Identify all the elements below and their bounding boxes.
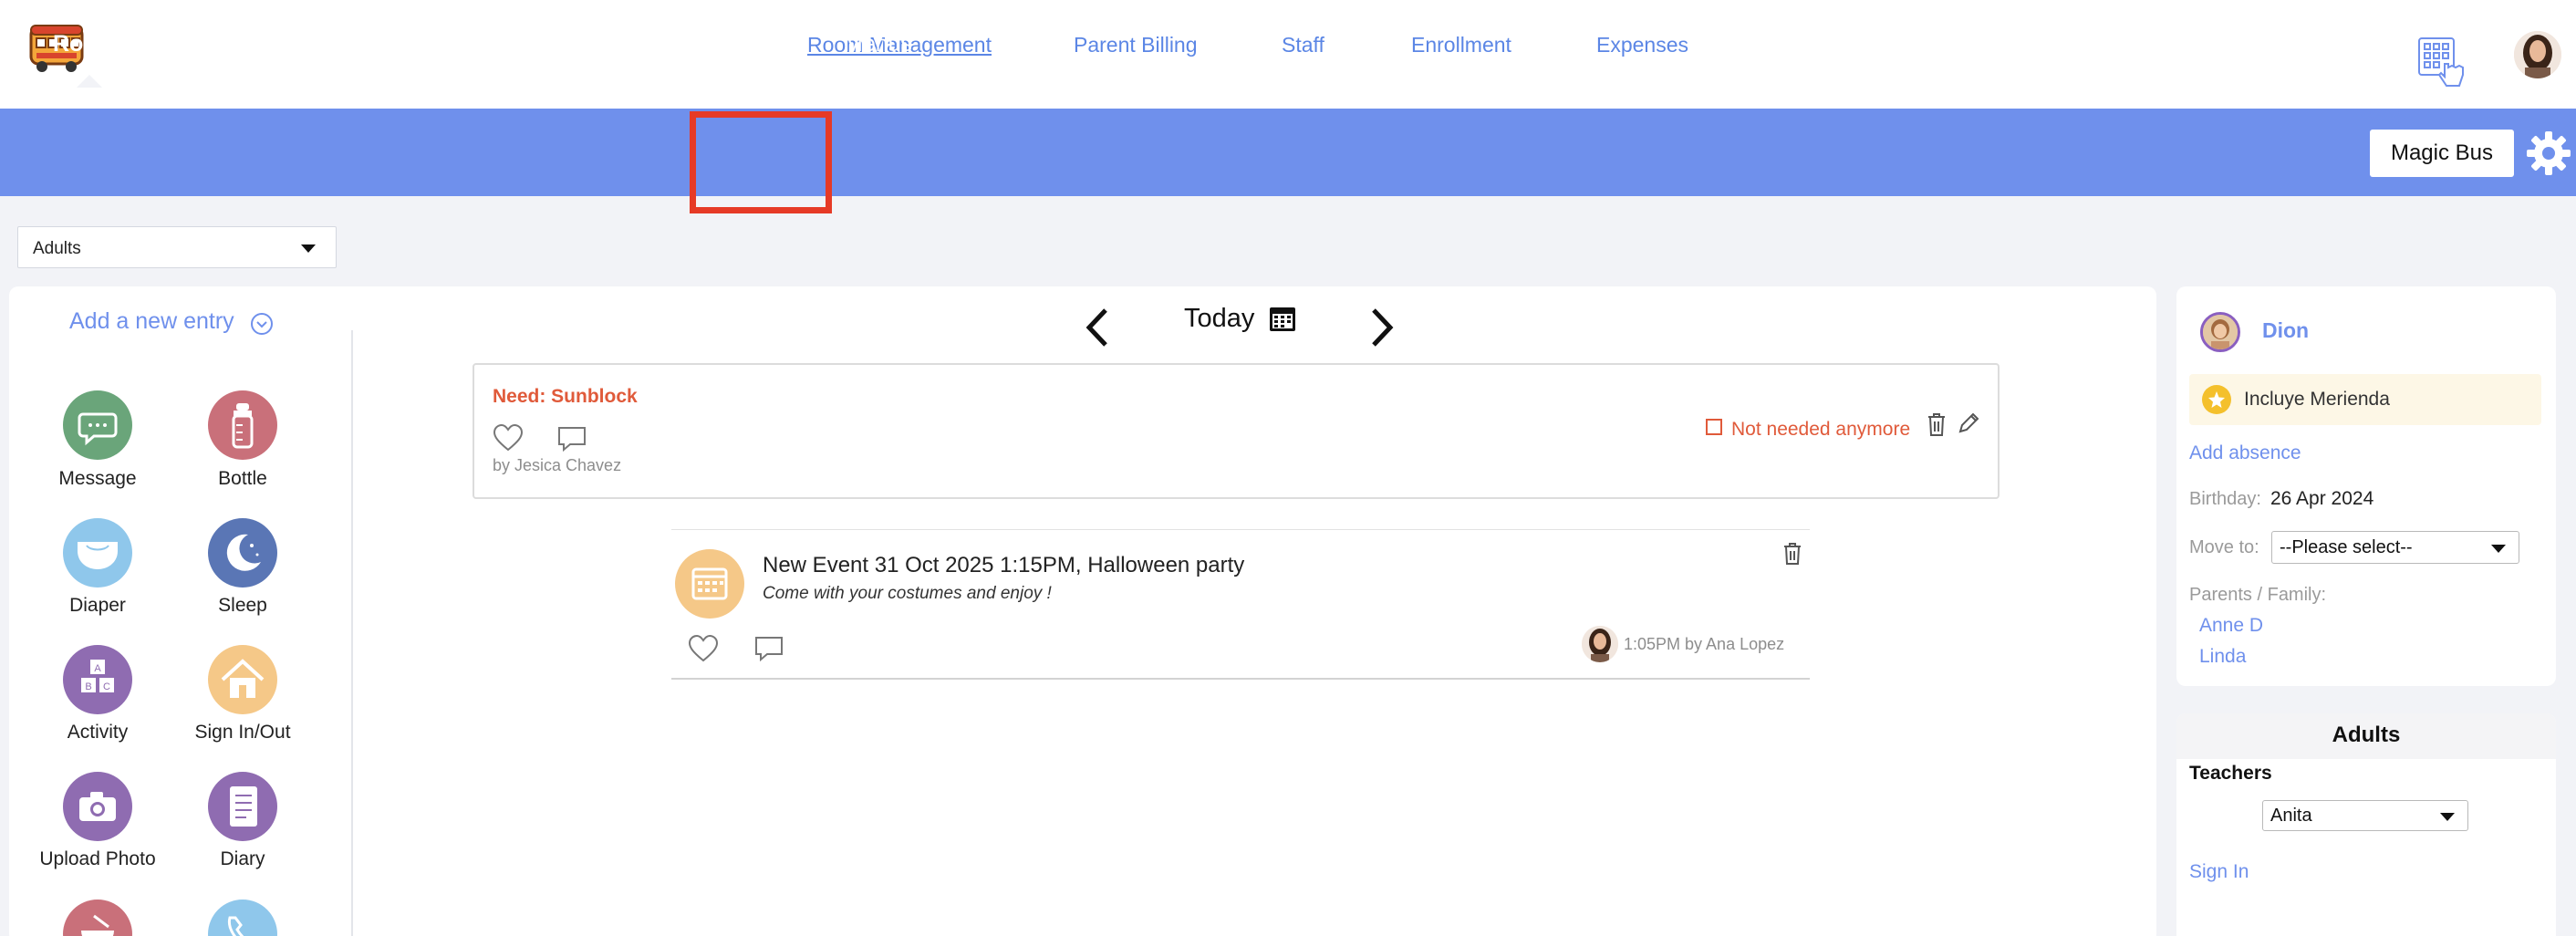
not-needed-label[interactable]: Not needed anymore — [1731, 419, 1910, 441]
add-entry-link[interactable]: Add a new entry — [69, 308, 234, 335]
active-nav-indicator — [77, 75, 102, 88]
event-card — [671, 529, 1810, 680]
chevron-left-icon[interactable] — [1082, 305, 1113, 350]
heart-icon[interactable] — [493, 423, 524, 452]
teacher-select-value: Anita — [2270, 806, 2312, 826]
nav-rooms[interactable]: Rooms — [53, 31, 130, 57]
heart-icon[interactable] — [688, 634, 719, 663]
room-select[interactable]: Adults — [17, 226, 337, 268]
birthday-label: Birthday: — [2189, 489, 2261, 509]
room-panel-title: Adults — [2332, 723, 2401, 747]
event-title: New Event 31 Oct 2025 1:15PM, Halloween … — [763, 553, 1245, 577]
tag-label: Incluye Merienda — [2244, 389, 2390, 410]
user-avatar[interactable] — [2514, 31, 2561, 78]
reports-highlight-box — [690, 111, 832, 213]
need-title: Need: Sunblock — [493, 386, 638, 407]
diary-icon[interactable] — [208, 772, 277, 841]
pencil-icon[interactable] — [1957, 411, 1980, 435]
not-needed-checkbox[interactable] — [1706, 419, 1722, 435]
nav-reports[interactable]: Reports — [721, 31, 801, 57]
parent-link-anne-d[interactable]: Anne D — [2199, 615, 2263, 637]
entry-label-message: Message — [58, 468, 137, 489]
chevron-down-icon — [301, 244, 316, 253]
move-to-label: Move to: — [2189, 537, 2259, 557]
top-link-expenses[interactable]: Expenses — [1596, 33, 1688, 57]
author-avatar — [1582, 626, 1618, 662]
keypad-hand-icon[interactable] — [2417, 36, 2468, 89]
sleep-icon[interactable] — [208, 518, 277, 588]
nav-menus[interactable]: Menus — [844, 31, 912, 57]
sign-in-link[interactable]: Sign In — [2189, 861, 2249, 883]
top-link-parent-billing[interactable]: Parent Billing — [1074, 33, 1198, 57]
gear-icon[interactable] — [2525, 130, 2572, 177]
message-icon[interactable] — [63, 390, 132, 460]
child-name[interactable]: Dion — [2262, 318, 2309, 343]
entry-label-sign-in-out: Sign In/Out — [194, 722, 291, 743]
teacher-select[interactable]: Anita — [2262, 800, 2468, 831]
svg-text:B: B — [85, 681, 91, 692]
event-calendar-icon — [675, 549, 744, 619]
move-to-select[interactable]: --Please select-- — [2271, 531, 2519, 564]
move-to-value: --Please select-- — [2280, 537, 2413, 557]
star-icon — [2202, 385, 2231, 414]
bottle-icon[interactable] — [208, 390, 277, 460]
entries-divider — [351, 330, 353, 936]
birthday-value: 26 Apr 2024 — [2270, 488, 2374, 509]
home-icon[interactable] — [208, 645, 277, 714]
comment-icon[interactable] — [556, 425, 587, 452]
entry-label-diary: Diary — [220, 848, 265, 869]
nav-calendar[interactable]: Calendar — [584, 31, 676, 57]
entry-label-activity: Activity — [67, 722, 129, 743]
trash-icon[interactable] — [1782, 542, 1802, 566]
chevron-right-icon[interactable] — [1366, 305, 1397, 350]
parent-link-linda[interactable]: Linda — [2199, 646, 2246, 668]
room-select-value: Adults — [33, 239, 81, 258]
need-author: by Jesica Chavez — [493, 456, 622, 474]
child-avatar — [2200, 312, 2240, 352]
entry-label-upload-photo: Upload Photo — [39, 848, 156, 869]
calendar-icon[interactable] — [1268, 304, 1297, 333]
meal-icon[interactable] — [63, 900, 132, 936]
chevron-down-icon — [2491, 545, 2506, 553]
teachers-label: Teachers — [2189, 763, 2272, 784]
entry-label-sleep: Sleep — [218, 595, 267, 616]
event-description: Come with your costumes and enjoy ! — [763, 584, 1052, 603]
main-nav-bar — [0, 109, 2576, 196]
comment-icon[interactable] — [753, 635, 784, 662]
diaper-icon[interactable] — [63, 518, 132, 588]
chevron-circle-down-icon[interactable] — [250, 312, 274, 336]
school-name-button[interactable]: Magic Bus — [2370, 130, 2514, 177]
chevron-down-icon — [2440, 813, 2455, 821]
nav-attendance[interactable]: Attendance — [172, 31, 288, 57]
date-label: Today — [1184, 304, 1255, 333]
trash-icon[interactable] — [1926, 411, 1948, 437]
entry-label-diaper: Diaper — [69, 595, 126, 616]
camera-icon[interactable] — [63, 772, 132, 841]
phone-icon[interactable] — [208, 900, 277, 936]
top-link-staff[interactable]: Staff — [1282, 33, 1324, 57]
nav-children[interactable]: Children — [332, 31, 417, 57]
svg-text:A: A — [94, 663, 101, 674]
entry-label-bottle: Bottle — [218, 468, 267, 489]
parents-label: Parents / Family: — [2189, 585, 2327, 605]
event-meta: 1:05PM by Ana Lopez — [1624, 635, 1785, 653]
add-absence-link[interactable]: Add absence — [2189, 442, 2301, 464]
svg-text:C: C — [103, 681, 110, 692]
nav-parents[interactable]: Parents — [464, 31, 543, 57]
activity-icon[interactable]: AB C — [63, 645, 132, 714]
top-link-enrollment[interactable]: Enrollment — [1411, 33, 1511, 57]
